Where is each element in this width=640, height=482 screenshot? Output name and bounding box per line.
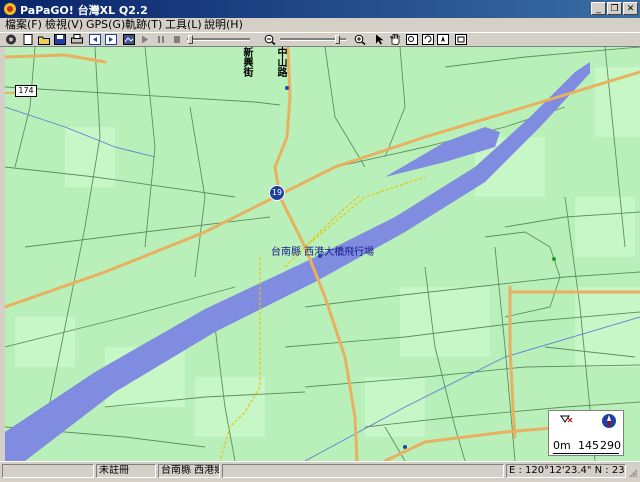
menu-tools[interactable]: 工具(L)	[165, 18, 202, 32]
route-174-shield: 174	[15, 85, 37, 97]
menu-bar: 檔案(F) 檢視(V) GPS(G) 軌跡(T) 工具(L) 說明(H)	[0, 18, 640, 32]
stop-icon[interactable]	[171, 34, 183, 45]
status-message	[222, 464, 504, 478]
area-name: 台南縣 西港鄉	[158, 464, 220, 478]
resize-grip-icon[interactable]	[628, 467, 638, 479]
restore-button[interactable]: ❐	[607, 2, 622, 15]
scale-bar	[553, 453, 619, 454]
scale-mid: 145	[578, 439, 599, 452]
poi-marker-icon[interactable]	[285, 86, 289, 90]
rotate-icon[interactable]	[422, 34, 434, 45]
zoom-slider[interactable]	[280, 35, 346, 44]
coordinates-readout: E : 120°12'23.4" N : 23°06'27.2	[506, 464, 626, 478]
gps-signal-icon[interactable]	[559, 414, 573, 429]
menu-gps[interactable]: GPS(G)	[86, 18, 125, 32]
scale-widget: 0m 145 290	[548, 410, 624, 456]
pause-icon[interactable]	[155, 34, 167, 45]
registration-status: 未註冊	[96, 464, 156, 478]
compass-icon[interactable]	[437, 34, 449, 45]
pan-hand-icon[interactable]	[389, 34, 401, 45]
road-label-zhongshan-3: 路	[277, 68, 288, 79]
scale-zero: 0m	[553, 439, 571, 452]
road-label-xinxing-3: 街	[243, 68, 254, 79]
window-title: PaPaGO! 台灣XL Q2.2	[20, 4, 148, 17]
zoom-out-icon[interactable]	[264, 34, 276, 45]
poi-label[interactable]: 台南縣 西港大橋飛行場	[271, 243, 374, 258]
river	[5, 62, 590, 461]
minimize-button[interactable]: _	[591, 2, 606, 15]
full-extent-icon[interactable]	[455, 34, 467, 45]
zoom-in-icon[interactable]	[354, 34, 366, 45]
play-icon[interactable]	[139, 34, 151, 45]
route-forward-icon[interactable]	[105, 34, 117, 45]
map-canvas[interactable]: 174 19 新 興 街 中 山 路 台南縣 西港大橋飛行場	[5, 47, 640, 461]
menu-help[interactable]: 說明(H)	[204, 18, 243, 32]
record-icon[interactable]	[123, 34, 135, 45]
menu-track[interactable]: 軌跡(T)	[125, 18, 162, 32]
compass-rose-icon[interactable]	[601, 413, 617, 432]
toolbar	[0, 32, 640, 47]
poi-marker-icon[interactable]	[552, 257, 556, 261]
status-empty-cell	[2, 464, 94, 478]
scale-max: 290	[600, 439, 621, 452]
poi-marker-icon[interactable]	[318, 254, 322, 258]
poi-marker-icon[interactable]	[403, 445, 407, 449]
menu-view[interactable]: 檢視(V)	[45, 18, 83, 32]
status-bar: 未註冊 台南縣 西港鄉 E : 120°12'23.4" N : 23°06'2…	[0, 461, 640, 481]
save-icon[interactable]	[54, 34, 66, 45]
route-19-shield: 19	[269, 185, 285, 201]
print-icon[interactable]	[71, 34, 83, 45]
new-file-icon[interactable]	[22, 34, 34, 45]
title-bar: PaPaGO! 台灣XL Q2.2 _ ❐ ✕	[0, 0, 640, 18]
open-folder-icon[interactable]	[38, 34, 50, 45]
menu-file[interactable]: 檔案(F)	[5, 18, 42, 32]
close-button[interactable]: ✕	[623, 2, 638, 15]
app-icon	[3, 2, 17, 16]
zoom-box-icon[interactable]	[406, 34, 418, 45]
gps-globe-icon[interactable]	[5, 34, 17, 45]
select-arrow-icon[interactable]	[373, 34, 385, 45]
playback-speed-slider[interactable]	[187, 35, 250, 44]
route-back-icon[interactable]	[89, 34, 101, 45]
